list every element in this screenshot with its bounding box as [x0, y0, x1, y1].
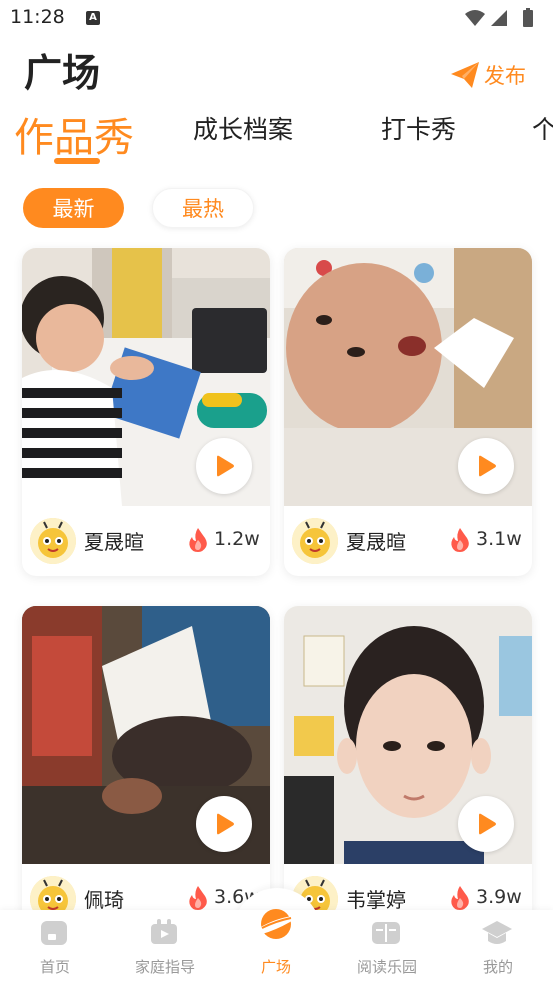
avatar[interactable]: [292, 518, 338, 564]
publish-label: 发布: [484, 64, 526, 88]
work-thumbnail[interactable]: [284, 606, 532, 864]
nav-item-reading-park[interactable]: 阅读乐园: [332, 910, 442, 984]
avatar[interactable]: [30, 518, 76, 564]
work-thumbnail[interactable]: [284, 248, 532, 506]
work-card[interactable]: 夏晟暄 1.2w: [22, 248, 270, 576]
tab-active-indicator: [54, 158, 100, 164]
tab-growth-archive[interactable]: 成长档案: [193, 110, 293, 146]
nav-item-mine[interactable]: 我的: [443, 910, 553, 984]
play-button[interactable]: [196, 796, 252, 852]
card-footer: 夏晟暄 3.1w: [284, 506, 532, 576]
sort-newest-button[interactable]: 最新: [23, 188, 124, 228]
author-name: 佩琦: [84, 888, 124, 912]
author-name: 韦掌婷: [346, 888, 406, 912]
author-name: 夏晟暄: [84, 530, 144, 554]
status-bar: 11:28 A: [0, 0, 553, 36]
play-icon: [479, 813, 496, 835]
signal-wifi-battery-icons: [465, 8, 533, 27]
notification-app-icon: A: [86, 11, 100, 25]
tab-more[interactable]: 个: [532, 110, 553, 146]
paper-plane-icon: [451, 62, 479, 88]
play-icon: [217, 813, 234, 835]
play-button[interactable]: [458, 438, 514, 494]
planet-icon: [258, 909, 294, 939]
tab-works-show[interactable]: 作品秀: [14, 105, 134, 163]
likes-count: 3.9w: [476, 886, 522, 908]
fire-icon: [189, 528, 207, 552]
nav-label: 我的: [482, 958, 513, 976]
status-time: 11:28: [10, 6, 65, 28]
tab-checkin-show[interactable]: 打卡秀: [381, 110, 456, 146]
work-card[interactable]: 韦掌婷 3.9w: [284, 606, 532, 936]
play-icon: [217, 455, 234, 477]
play-button[interactable]: [196, 438, 252, 494]
nav-label: 广场: [260, 958, 291, 976]
bottom-nav: 首页 家庭指导 广场 阅读乐园 我的: [0, 909, 553, 984]
graduation-cap-icon: [482, 921, 512, 944]
fire-icon: [451, 886, 469, 910]
guide-icon: [151, 919, 177, 944]
likes-count: 1.2w: [214, 528, 260, 550]
play-icon: [479, 455, 496, 477]
bee-avatar-icon: [292, 518, 338, 564]
nav-item-home[interactable]: 首页: [0, 910, 110, 984]
likes-count: 3.1w: [476, 528, 522, 550]
work-card[interactable]: 佩琦 3.6w: [22, 606, 270, 936]
play-button[interactable]: [458, 796, 514, 852]
home-icon: [41, 921, 67, 945]
work-thumbnail[interactable]: [22, 248, 270, 506]
nav-label: 首页: [39, 958, 70, 976]
sort-hot-button[interactable]: 最热: [152, 188, 254, 228]
book-icon: [372, 922, 400, 944]
nav-label: 阅读乐园: [356, 958, 417, 976]
page-title: 广场: [24, 51, 101, 95]
card-footer: 夏晟暄 1.2w: [22, 506, 270, 576]
work-card[interactable]: 夏晟暄 3.1w: [284, 248, 532, 576]
work-thumbnail[interactable]: [22, 606, 270, 864]
fire-icon: [451, 528, 469, 552]
nav-item-family-guide[interactable]: 家庭指导: [110, 910, 220, 984]
nav-label: 家庭指导: [134, 958, 195, 976]
author-name: 夏晟暄: [346, 530, 406, 554]
bee-avatar-icon: [30, 518, 76, 564]
fire-icon: [189, 886, 207, 910]
publish-button[interactable]: 发布: [450, 60, 526, 90]
nav-item-square[interactable]: 广场: [221, 909, 331, 984]
